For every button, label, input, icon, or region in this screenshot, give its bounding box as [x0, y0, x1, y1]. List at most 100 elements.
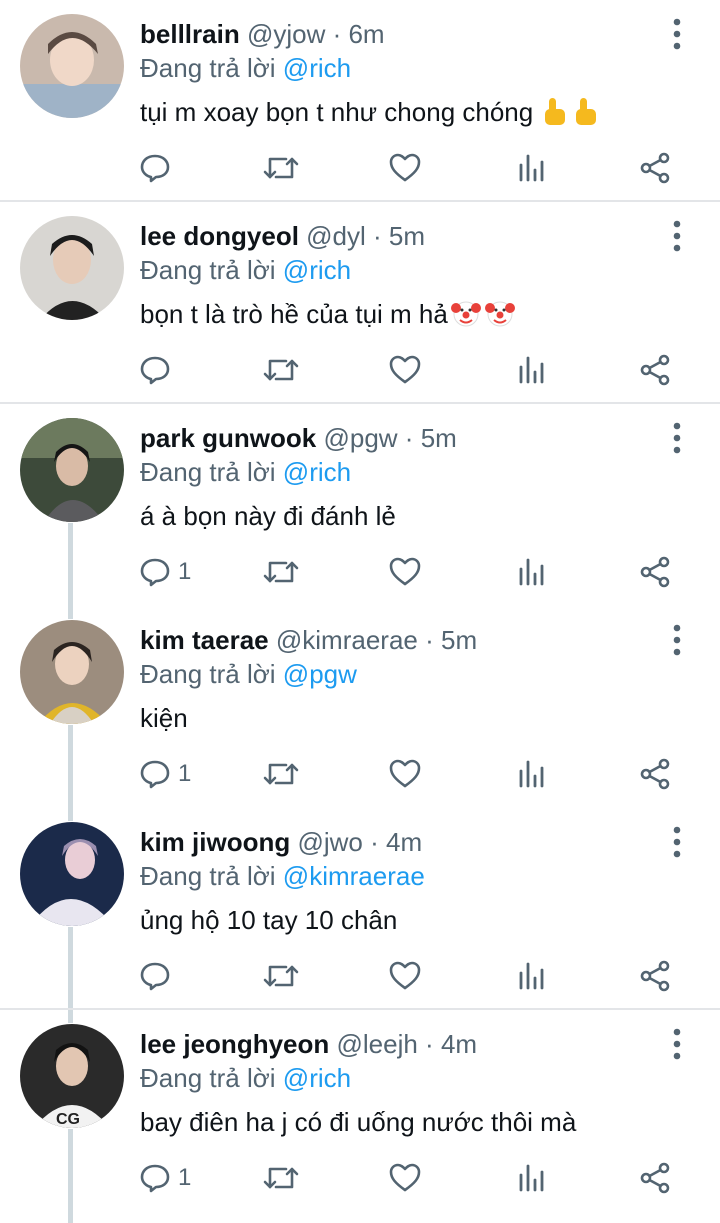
- mention-link[interactable]: @pgw: [283, 659, 357, 689]
- mention-link[interactable]: @rich: [283, 457, 351, 487]
- timestamp[interactable]: 6m: [348, 19, 384, 49]
- mention-link[interactable]: @rich: [283, 255, 351, 285]
- stats-button[interactable]: [514, 148, 548, 188]
- reply-button[interactable]: 1: [138, 1158, 191, 1198]
- share-button[interactable]: [638, 552, 672, 592]
- retweet-button[interactable]: [262, 552, 300, 592]
- more-icon[interactable]: [664, 824, 690, 860]
- avatar[interactable]: [20, 418, 124, 522]
- retweet-button[interactable]: [262, 148, 300, 188]
- like-button[interactable]: [388, 552, 422, 592]
- display-name[interactable]: kim taerae: [140, 625, 269, 655]
- stats-icon: [519, 1164, 544, 1192]
- avatar[interactable]: [20, 822, 124, 926]
- tweet-text: kiện: [140, 701, 188, 735]
- like-button[interactable]: [388, 350, 422, 390]
- pointing-up-emoji: [542, 97, 604, 135]
- more-icon[interactable]: [664, 218, 690, 254]
- avatar[interactable]: [20, 216, 124, 320]
- timestamp[interactable]: 5m: [421, 423, 457, 453]
- avatar[interactable]: [20, 620, 124, 724]
- share-button[interactable]: [638, 148, 672, 188]
- handle[interactable]: @leejh: [337, 1029, 418, 1059]
- handle[interactable]: @jwo: [297, 827, 362, 857]
- tweet[interactable]: park gunwook @pgw · 5m Đang trả lời @ric…: [0, 404, 720, 606]
- action-bar: 1: [138, 1158, 698, 1198]
- retweet-button[interactable]: [262, 350, 300, 390]
- more-icon[interactable]: [664, 16, 690, 52]
- like-button[interactable]: [388, 1158, 422, 1198]
- tweet[interactable]: lee dongyeol @dyl · 5m Đang trả lời @ric…: [0, 202, 720, 404]
- stats-button[interactable]: [514, 350, 548, 390]
- timestamp[interactable]: 4m: [441, 1029, 477, 1059]
- reply-prefix: Đang trả lời: [140, 861, 276, 891]
- tweet-header: kim taerae @kimraerae · 5m: [140, 625, 478, 655]
- tweet-text-content: bay điên ha j có đi uống nước thôi mà: [140, 1107, 577, 1137]
- reply-count: 1: [178, 558, 192, 585]
- timestamp[interactable]: 4m: [386, 827, 422, 857]
- share-button[interactable]: [638, 956, 672, 996]
- timestamp[interactable]: 5m: [441, 625, 477, 655]
- mention-link[interactable]: @rich: [283, 1063, 351, 1093]
- share-button[interactable]: [638, 754, 672, 794]
- more-icon[interactable]: [664, 420, 690, 456]
- like-icon: [389, 557, 421, 586]
- reply-prefix: Đang trả lời: [140, 659, 276, 689]
- mention-link[interactable]: @rich: [283, 53, 351, 83]
- avatar[interactable]: CG: [20, 1024, 124, 1128]
- like-button[interactable]: [388, 148, 422, 188]
- tweet-text-content: tụi m xoay bọn t như chong chóng: [140, 97, 534, 127]
- display-name[interactable]: kim jiwoong: [140, 827, 290, 857]
- retweet-icon: [263, 1167, 299, 1189]
- mention-link[interactable]: @kimraerae: [283, 861, 425, 891]
- reply-icon: [140, 356, 170, 385]
- retweet-button[interactable]: [262, 754, 300, 794]
- like-icon: [389, 961, 421, 990]
- reply-icon: [140, 962, 170, 991]
- reply-button[interactable]: 1: [138, 754, 191, 794]
- stats-button[interactable]: [514, 956, 548, 996]
- more-icon[interactable]: [664, 622, 690, 658]
- replying-to: Đang trả lời @rich: [140, 52, 351, 84]
- avatar[interactable]: [20, 14, 124, 118]
- like-button[interactable]: [388, 956, 422, 996]
- handle[interactable]: @yjow: [247, 19, 325, 49]
- timestamp[interactable]: 5m: [389, 221, 425, 251]
- action-bar: 1: [138, 754, 698, 794]
- handle[interactable]: @dyl: [306, 221, 366, 251]
- retweet-icon: [263, 561, 299, 583]
- like-button[interactable]: [388, 754, 422, 794]
- replying-to: Đang trả lời @kimraerae: [140, 860, 425, 892]
- replying-to: Đang trả lời @rich: [140, 456, 351, 488]
- retweet-button[interactable]: [262, 1158, 300, 1198]
- reply-button[interactable]: [138, 350, 178, 390]
- action-bar: [138, 956, 698, 996]
- stats-button[interactable]: [514, 552, 548, 592]
- tweet[interactable]: belllrain @yjow · 6m Đang trả lời @rich …: [0, 0, 720, 202]
- display-name[interactable]: lee jeonghyeon: [140, 1029, 329, 1059]
- stats-button[interactable]: [514, 1158, 548, 1198]
- handle[interactable]: @pgw: [323, 423, 397, 453]
- tweet[interactable]: CG lee jeonghyeon @leejh · 4m Đang trả l…: [0, 1010, 720, 1212]
- reply-button[interactable]: 1: [138, 552, 191, 592]
- reply-button[interactable]: [138, 956, 178, 996]
- stats-button[interactable]: [514, 754, 548, 794]
- stats-icon: [519, 356, 544, 384]
- share-icon: [640, 354, 670, 386]
- display-name[interactable]: lee dongyeol: [140, 221, 299, 251]
- share-button[interactable]: [638, 1158, 672, 1198]
- like-icon: [389, 759, 421, 788]
- display-name[interactable]: belllrain: [140, 19, 240, 49]
- more-icon[interactable]: [664, 1026, 690, 1062]
- retweet-button[interactable]: [262, 956, 300, 996]
- tweet[interactable]: kim jiwoong @jwo · 4m Đang trả lời @kimr…: [0, 808, 720, 1010]
- reply-button[interactable]: [138, 148, 178, 188]
- reply-prefix: Đang trả lời: [140, 457, 276, 487]
- share-button[interactable]: [638, 350, 672, 390]
- retweet-icon: [263, 157, 299, 179]
- handle[interactable]: @kimraerae: [276, 625, 418, 655]
- tweet-header: belllrain @yjow · 6m: [140, 19, 385, 49]
- display-name[interactable]: park gunwook: [140, 423, 316, 453]
- tweet-text: tụi m xoay bọn t như chong chóng: [140, 95, 604, 135]
- tweet[interactable]: kim taerae @kimraerae · 5m Đang trả lời …: [0, 606, 720, 808]
